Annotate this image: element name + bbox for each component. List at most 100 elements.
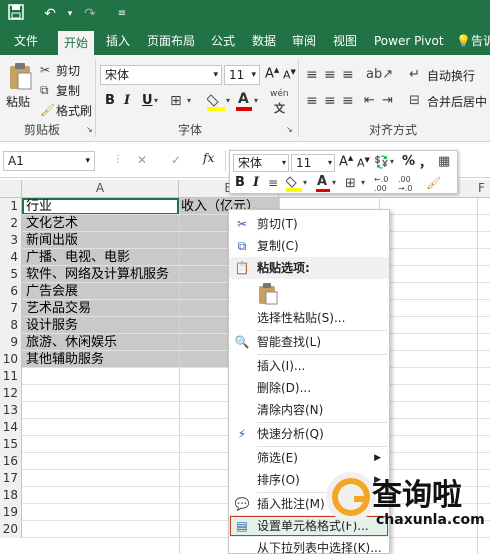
tab-tell-me[interactable]: 💡告诉 — [456, 28, 490, 55]
row-header[interactable]: 14 — [0, 419, 22, 436]
menu-item-clear-contents[interactable]: 清除内容(N) — [229, 399, 389, 421]
chevron-down-icon[interactable]: ▾ — [226, 96, 230, 105]
chevron-down-icon[interactable]: ▾ — [154, 96, 158, 105]
cell-a[interactable]: 广告会展 — [26, 283, 78, 300]
mini-italic-button[interactable]: I — [253, 175, 259, 190]
mini-borders-icon[interactable]: ⊞ — [345, 176, 356, 192]
row-header[interactable]: 15 — [0, 436, 22, 453]
mini-align-center-icon[interactable]: ≡ — [268, 175, 278, 191]
cell-a[interactable]: 文化艺术 — [26, 215, 78, 232]
undo-icon[interactable]: ↶ — [40, 4, 60, 24]
save-icon[interactable] — [6, 4, 26, 24]
column-header-f[interactable]: F — [478, 180, 490, 197]
mini-decrease-decimal-icon[interactable]: .00 →.0 — [398, 175, 412, 193]
mini-font-name-box[interactable]: 宋体 ▾ — [233, 154, 289, 172]
mini-bold-button[interactable]: B — [235, 175, 245, 190]
align-left-icon[interactable]: ≡ — [306, 93, 318, 109]
tab-data[interactable]: 数据 — [252, 28, 276, 55]
row-header[interactable]: 9 — [0, 334, 22, 351]
tab-insert[interactable]: 插入 — [106, 28, 130, 55]
font-launcher-icon[interactable]: ↘ — [286, 125, 293, 134]
row-header[interactable]: 4 — [0, 249, 22, 266]
grow-font-icon[interactable]: A▲ — [265, 66, 279, 81]
orientation-icon[interactable]: ab↗ — [366, 67, 393, 83]
row-header[interactable]: 16 — [0, 453, 22, 470]
customize-icon[interactable]: ≡ — [112, 4, 132, 24]
row-header[interactable]: 1 — [0, 198, 22, 215]
align-bottom-icon[interactable]: ≡ — [342, 67, 354, 83]
tab-review[interactable]: 审阅 — [292, 28, 316, 55]
format-painter-button[interactable]: 格式刷 — [56, 102, 92, 119]
cell-a[interactable]: 新闻出版 — [26, 232, 78, 249]
mini-font-color-icon[interactable]: A — [316, 174, 330, 193]
tab-power-pivot[interactable]: Power Pivot — [374, 28, 444, 55]
menu-item-filter[interactable]: 筛选(E) ▶ — [229, 447, 389, 469]
undo-dropdown-icon[interactable]: ▾ — [60, 4, 80, 24]
font-color-icon[interactable]: A — [236, 91, 252, 112]
drag-handle-icon[interactable]: ⋮ — [113, 154, 123, 165]
row-header[interactable]: 5 — [0, 266, 22, 283]
mini-shrink-font-icon[interactable]: A▼ — [357, 156, 370, 170]
fill-color-icon[interactable] — [206, 92, 225, 112]
chevron-down-icon[interactable]: ▾ — [361, 178, 365, 187]
cell-a[interactable]: 软件、网络及计算机服务 — [26, 266, 169, 283]
tab-file[interactable]: 文件 — [14, 28, 38, 55]
bold-button[interactable]: B — [105, 93, 115, 108]
tab-page-layout[interactable]: 页面布局 — [147, 28, 195, 55]
cell-a[interactable]: 广播、电视、电影 — [26, 249, 130, 266]
underline-button[interactable]: U — [142, 93, 153, 108]
menu-item-delete[interactable]: 删除(D)... — [229, 377, 389, 399]
copy-button[interactable]: 复制 — [56, 82, 80, 99]
borders-icon[interactable]: ⊞ — [170, 93, 182, 109]
merge-center-button[interactable]: 合并后居中 — [427, 93, 487, 110]
select-all-button[interactable] — [0, 180, 22, 197]
phonetic-button[interactable]: wén — [270, 89, 289, 99]
menu-item-paste-special[interactable]: 选择性粘贴(S)... — [229, 307, 389, 329]
font-name-box[interactable]: 宋体 ▾ — [100, 65, 222, 85]
row-header[interactable]: 3 — [0, 232, 22, 249]
align-middle-icon[interactable]: ≡ — [324, 67, 336, 83]
tab-formulas[interactable]: 公式 — [211, 28, 235, 55]
tab-home[interactable]: 开始 — [58, 31, 95, 55]
mini-format-table-icon[interactable]: ▦ — [438, 154, 450, 170]
cell-a[interactable]: 其他辅助服务 — [26, 351, 104, 368]
align-right-icon[interactable]: ≡ — [342, 93, 354, 109]
wrap-text-button[interactable]: 自动换行 — [427, 67, 475, 84]
row-header[interactable]: 18 — [0, 487, 22, 504]
row-header[interactable]: 6 — [0, 283, 22, 300]
column-header-a[interactable]: A — [22, 180, 179, 197]
mini-percent-button[interactable]: % — [402, 154, 415, 169]
redo-icon[interactable]: ↷ — [80, 4, 100, 24]
italic-button[interactable]: I — [124, 93, 130, 108]
name-box[interactable]: A1 ▾ — [3, 151, 95, 171]
menu-item-cut[interactable]: ✂ 剪切(T) — [229, 213, 389, 235]
row-header[interactable]: 12 — [0, 385, 22, 402]
paste-button[interactable]: 粘贴 — [6, 93, 30, 110]
menu-item-copy[interactable]: ⧉ 复制(C) — [229, 235, 389, 257]
cut-button[interactable]: 剪切 — [56, 62, 80, 79]
menu-item-insert[interactable]: 插入(I)... — [229, 355, 389, 377]
row-header[interactable]: 19 — [0, 504, 22, 521]
insert-function-icon[interactable]: fx — [203, 151, 214, 165]
row-header[interactable]: 13 — [0, 402, 22, 419]
clipboard-launcher-icon[interactable]: ↘ — [86, 125, 93, 134]
mini-grow-font-icon[interactable]: A▲ — [339, 154, 353, 169]
chevron-down-icon[interactable]: ▾ — [187, 96, 191, 105]
chevron-down-icon[interactable]: ▾ — [254, 96, 258, 105]
chevron-down-icon[interactable]: ▾ — [332, 178, 336, 187]
paste-icon[interactable] — [7, 61, 33, 91]
chevron-down-icon[interactable]: ▾ — [303, 178, 307, 187]
mini-format-painter-icon[interactable]: 🖌 — [426, 175, 441, 191]
align-top-icon[interactable]: ≡ — [306, 67, 318, 83]
font-size-box[interactable]: 11 ▾ — [224, 65, 260, 85]
cell-a[interactable]: 艺术品交易 — [26, 300, 91, 317]
mini-font-size-box[interactable]: 11 ▾ — [291, 154, 335, 172]
row-header[interactable]: 11 — [0, 368, 22, 385]
cell-a[interactable]: 旅游、休闲娱乐 — [26, 334, 117, 351]
row-header[interactable]: 7 — [0, 300, 22, 317]
row-header[interactable]: 2 — [0, 215, 22, 232]
shrink-font-icon[interactable]: A▼ — [283, 68, 296, 82]
enter-icon[interactable]: ✓ — [171, 153, 181, 167]
tab-view[interactable]: 视图 — [333, 28, 357, 55]
row-header[interactable]: 20 — [0, 521, 22, 538]
